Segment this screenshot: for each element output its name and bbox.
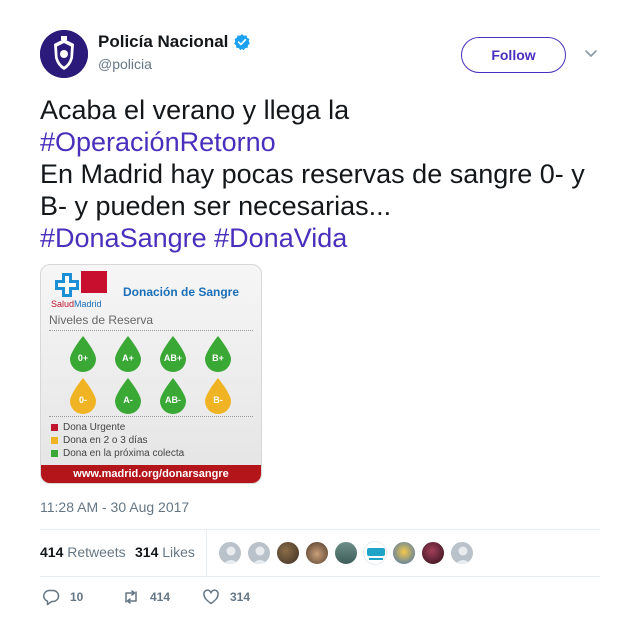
- author-avatar[interactable]: [40, 30, 88, 78]
- author-info: Policía Nacional @policia: [98, 32, 251, 72]
- legend-swatch: [51, 424, 58, 431]
- card-divider: [49, 416, 253, 417]
- police-badge-icon: [40, 30, 88, 78]
- tweet-timestamp[interactable]: 11:28 AM - 30 Aug 2017: [40, 499, 189, 515]
- card-levels-title: Niveles de Reserva: [49, 313, 154, 327]
- heart-icon: [203, 589, 219, 605]
- tweet-line-2: En Madrid hay pocas reservas de sangre 0…: [40, 159, 585, 221]
- avatar[interactable]: [363, 541, 387, 565]
- salud-madrid-logo-icon: [55, 273, 79, 297]
- reply-icon: [43, 589, 60, 606]
- likes-stat[interactable]: 314 Likes: [135, 544, 195, 560]
- retweets-stat[interactable]: 414 Retweets: [40, 544, 126, 560]
- blood-drop-label: AB-: [165, 395, 181, 405]
- tweet-header: Policía Nacional @policia Follow: [40, 30, 600, 82]
- card-divider: [49, 330, 253, 331]
- likes-count: 314: [135, 544, 159, 560]
- divider: [40, 576, 600, 577]
- like-count: 314: [230, 590, 251, 604]
- blood-drop-label: 0+: [77, 353, 89, 363]
- blood-drop-label: B-: [213, 395, 223, 405]
- follow-button[interactable]: Follow: [461, 37, 566, 73]
- like-button[interactable]: 314: [202, 588, 250, 606]
- reply-count: 10: [70, 590, 84, 604]
- retweet-count: 414: [150, 590, 171, 604]
- blood-drop-label: 0-: [78, 395, 87, 405]
- blood-drop-icon: A-: [113, 377, 143, 415]
- blood-drop-icon: B-: [203, 377, 233, 415]
- card-brand-madrid: Madrid: [74, 299, 102, 309]
- avatar[interactable]: [392, 541, 416, 565]
- legend-label: Dona en la próxima colecta: [63, 448, 185, 459]
- legend-label: Dona Urgente: [63, 422, 126, 433]
- reply-button[interactable]: 10: [42, 588, 83, 606]
- madrid-flag-icon: [81, 271, 107, 293]
- retweet-button[interactable]: 414: [122, 588, 170, 606]
- card-title: Donación de Sangre: [123, 285, 240, 299]
- author-handle[interactable]: @policia: [98, 56, 251, 72]
- tweet-text: Acaba el verano y llega la #OperaciónRet…: [40, 94, 610, 254]
- tweet-stats: 414 Retweets 314 Likes: [40, 530, 600, 576]
- blood-drop-label: A+: [122, 353, 134, 363]
- blood-drop-icon: 0-: [68, 377, 98, 415]
- stats-divider: [206, 530, 207, 576]
- author-name[interactable]: Policía Nacional: [98, 32, 228, 52]
- legend-swatch: [51, 450, 58, 457]
- retweet-icon: [125, 590, 137, 604]
- avatar[interactable]: [218, 541, 242, 565]
- blood-drop-icon: B+: [203, 335, 233, 373]
- card-brand: SaludMadrid: [51, 299, 102, 309]
- avatar[interactable]: [305, 541, 329, 565]
- tweet-media-image[interactable]: SaludMadrid Donación de Sangre Niveles d…: [40, 264, 262, 484]
- card-url: www.madrid.org/donarsangre: [41, 465, 261, 483]
- blood-drop-icon: A+: [113, 335, 143, 373]
- blood-drop-label: AB+: [163, 353, 183, 363]
- hashtag-dona-vida[interactable]: #DonaVida: [214, 223, 347, 253]
- verified-badge-icon: [233, 33, 251, 51]
- legend-label: Dona en 2 o 3 días: [63, 435, 148, 446]
- retweets-label: Retweets: [67, 544, 126, 560]
- legend-swatch: [51, 437, 58, 444]
- author-name-row[interactable]: Policía Nacional: [98, 32, 251, 52]
- likes-label: Likes: [162, 544, 195, 560]
- blood-drop-icon: AB+: [158, 335, 188, 373]
- card-brand-salud: Salud: [51, 299, 75, 309]
- avatar[interactable]: [450, 541, 474, 565]
- legend-item: Dona en la próxima colecta: [51, 448, 184, 459]
- blood-drop-icon: 0+: [68, 335, 98, 373]
- blood-drop-icon: AB-: [158, 377, 188, 415]
- avatar[interactable]: [276, 541, 300, 565]
- chevron-down-icon[interactable]: [582, 44, 600, 62]
- avatar[interactable]: [421, 541, 445, 565]
- avatar[interactable]: [334, 541, 358, 565]
- retweets-count: 414: [40, 544, 64, 560]
- tweet-line-1: Acaba el verano y llega la: [40, 95, 350, 125]
- legend-item: Dona en 2 o 3 días: [51, 435, 148, 446]
- hashtag-dona-sangre[interactable]: #DonaSangre: [40, 223, 207, 253]
- blood-drop-label: A-: [123, 395, 133, 405]
- tweet-actions: 10 414 314: [40, 588, 600, 608]
- blood-drop-label: B+: [212, 353, 224, 363]
- hashtag-operacion-retorno[interactable]: #OperaciónRetorno: [40, 127, 276, 157]
- avatar[interactable]: [247, 541, 271, 565]
- legend-item: Dona Urgente: [51, 422, 125, 433]
